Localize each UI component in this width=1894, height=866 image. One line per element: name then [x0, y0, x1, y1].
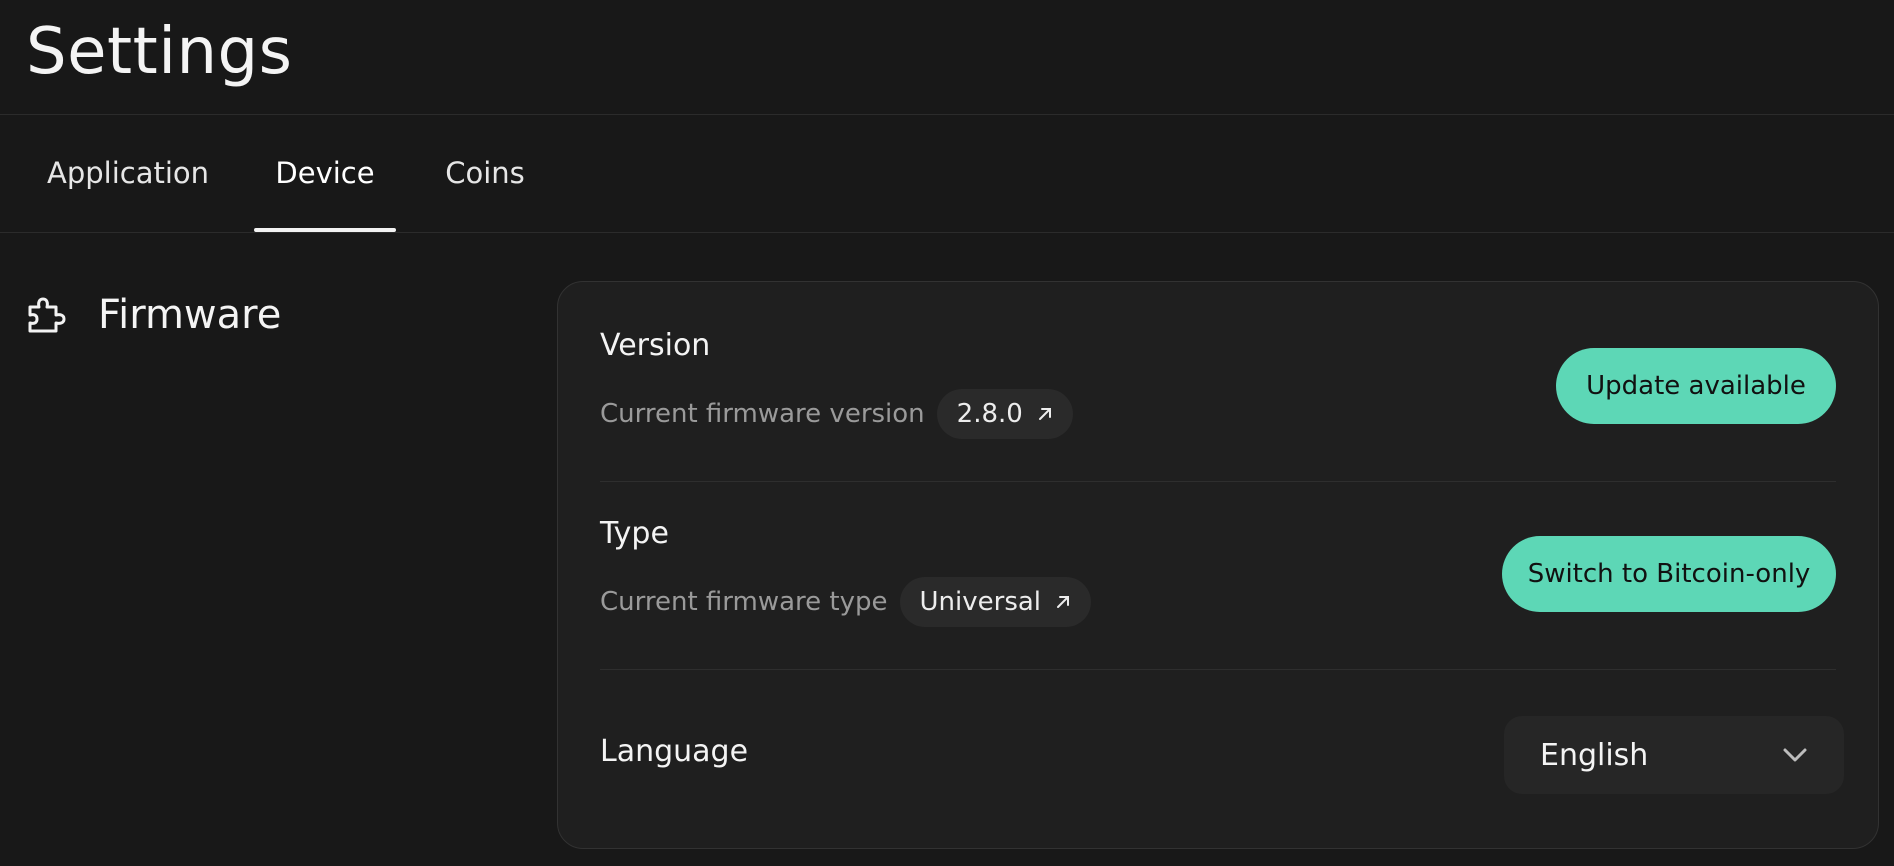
update-available-button[interactable]: Update available	[1556, 348, 1836, 424]
divider	[600, 481, 1836, 482]
type-subtitle: Current firmware type	[600, 587, 888, 617]
version-link[interactable]: 2.8.0	[936, 389, 1073, 439]
page-title: Settings	[26, 15, 293, 89]
tab-device[interactable]: Device	[254, 115, 396, 232]
version-value: 2.8.0	[956, 399, 1023, 429]
divider	[600, 669, 1836, 670]
settings-tabs: Application Device Coins	[0, 115, 1894, 233]
settings-page: Settings Application Device Coins Firmwa…	[0, 0, 1894, 866]
type-link[interactable]: Universal	[899, 577, 1092, 627]
language-selected: English	[1540, 737, 1649, 773]
switch-bitcoin-only-button[interactable]: Switch to Bitcoin-only	[1502, 536, 1836, 612]
type-value: Universal	[919, 587, 1042, 617]
language-select[interactable]: English	[1504, 716, 1844, 794]
arrow-up-right-icon	[1038, 408, 1051, 420]
section-title: Firmware	[98, 292, 282, 338]
tab-application[interactable]: Application	[47, 115, 209, 231]
firmware-section-header: Firmware	[26, 290, 281, 340]
firmware-card: Version Current firmware version 2.8.0 U…	[557, 281, 1879, 849]
tab-coins[interactable]: Coins	[444, 115, 526, 231]
version-subtitle: Current firmware version	[600, 399, 925, 429]
arrow-up-right-icon	[1057, 596, 1070, 608]
page-header: Settings	[0, 0, 1894, 115]
chevron-down-icon	[1783, 748, 1807, 762]
puzzle-icon	[28, 297, 66, 333]
